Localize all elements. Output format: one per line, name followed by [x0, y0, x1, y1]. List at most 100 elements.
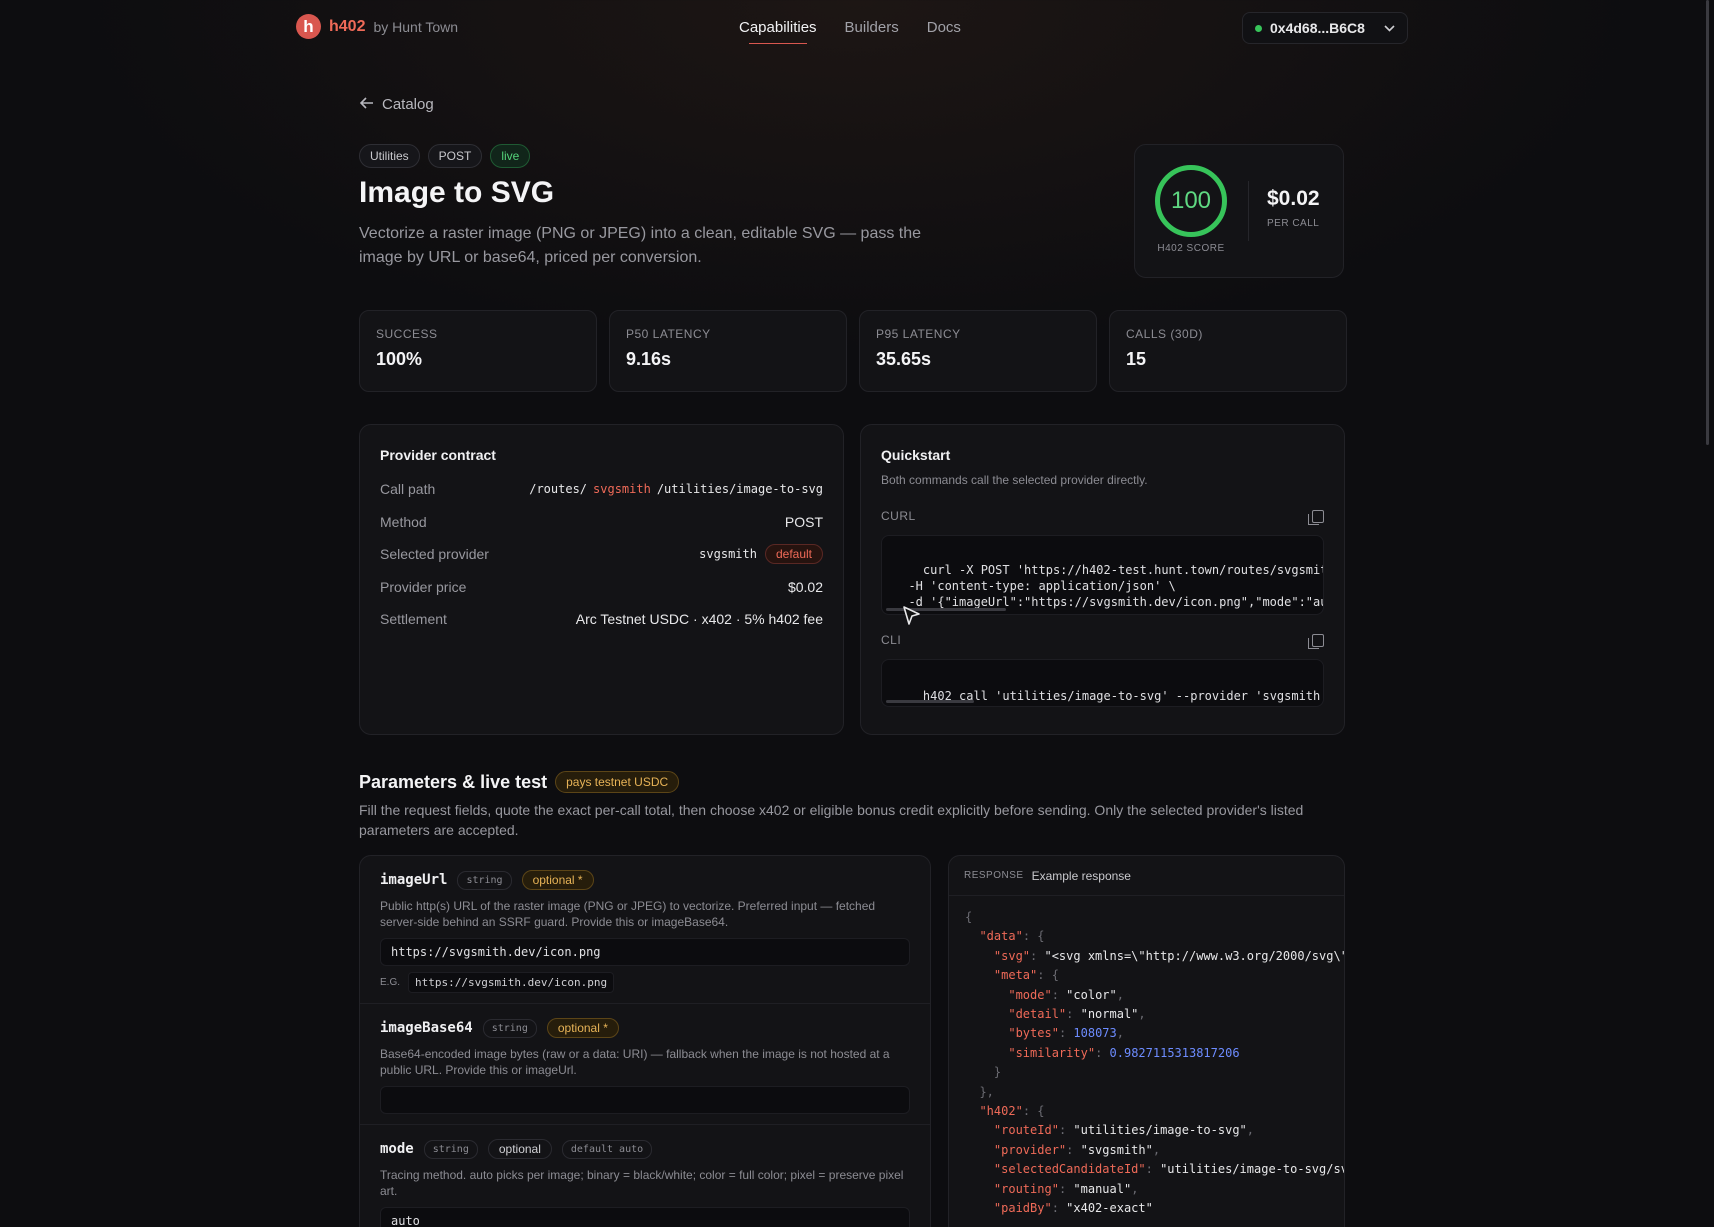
json-route-id: "utilities/image-to-svg": [1073, 1123, 1247, 1138]
score-ring: 100: [1155, 165, 1227, 237]
brand[interactable]: h h402 by Hunt Town: [296, 14, 458, 39]
score-card: 100 H402 SCORE $0.02 PER CALL: [1134, 144, 1344, 278]
stat-p50-latency: P50 LATENCY 9.16s: [609, 310, 847, 392]
param-optional-badge: optional *: [546, 1018, 619, 1038]
top-nav: h h402 by Hunt Town Capabilities Builder…: [0, 0, 1714, 56]
parameters-header: Parameters & live test pays testnet USDC: [359, 771, 680, 793]
nav-link-capabilities[interactable]: Capabilities: [739, 19, 817, 44]
curl-code-block[interactable]: curl -X POST 'https://h402-test.hunt.tow…: [881, 535, 1324, 615]
param-default-badge: default auto: [561, 1139, 653, 1159]
tag-list: Utilities POST live: [359, 144, 531, 168]
row-label: Method: [380, 513, 427, 530]
stat-success: SUCCESS 100%: [359, 310, 597, 392]
param-name: imageUrl: [380, 872, 448, 888]
nav-link-builders[interactable]: Builders: [845, 19, 899, 36]
param-header: imageBase64 string optional *: [380, 1018, 910, 1038]
provider-contract-panel: Provider contract Call path /routes/svgs…: [359, 424, 844, 735]
json-similarity: 0.9827115313817206: [1109, 1045, 1240, 1060]
mode-input[interactable]: auto: [380, 1207, 910, 1227]
json-detail: "normal": [1080, 1007, 1139, 1022]
chevron-down-icon: [1384, 21, 1395, 35]
arrow-left-icon: [359, 96, 374, 113]
connected-dot-icon: [1255, 24, 1262, 32]
curl-code: curl -X POST 'https://h402-test.hunt.tow…: [908, 563, 1324, 609]
wallet-address: 0x4d68...B6C8: [1270, 20, 1365, 36]
contract-row-settlement: Settlement Arc Testnet USDC · x402 · 5% …: [380, 603, 823, 636]
param-type: string: [482, 1018, 537, 1038]
stat-label: SUCCESS: [376, 327, 438, 341]
back-link[interactable]: Catalog: [359, 96, 434, 113]
back-link-label: Catalog: [382, 96, 434, 113]
panel-subtitle: Both commands call the selected provider…: [881, 473, 1148, 487]
param-mode: mode string optional default auto Tracin…: [360, 1125, 930, 1227]
score-label: H402 SCORE: [1157, 243, 1225, 254]
json-bytes: 108073: [1073, 1026, 1117, 1041]
score-value: 100: [1170, 187, 1212, 214]
cli-code-block[interactable]: h402 call 'utilities/image-to-svg' --pro…: [881, 659, 1324, 707]
nav-link-docs[interactable]: Docs: [927, 19, 961, 36]
row-label: Settlement: [380, 611, 447, 628]
param-header: imageUrl string optional *: [380, 870, 910, 890]
call-path-prefix: /routes/: [529, 482, 588, 497]
section-title: Parameters & live test: [359, 771, 548, 792]
provider-value: svgsmith default: [699, 544, 823, 565]
contract-row-method: Method POST: [380, 506, 823, 539]
quickstart-panel: Quickstart Both commands call the select…: [860, 424, 1345, 735]
contract-row-call-path: Call path /routes/svgsmith/utilities/ima…: [380, 473, 823, 506]
page-title: Image to SVG: [359, 176, 555, 209]
default-badge: default: [764, 544, 823, 565]
response-panel: RESPONSE Example response { "data": { "s…: [948, 855, 1345, 1227]
json-provider: "svgsmith": [1080, 1142, 1153, 1157]
method-value: POST: [784, 513, 823, 530]
json-routing: "manual": [1073, 1181, 1132, 1196]
call-path-value: /routes/svgsmith/utilities/image-to-svg: [529, 482, 823, 496]
contract-row-provider: Selected provider svgsmith default: [380, 538, 823, 571]
param-image-url: imageUrl string optional * Public http(s…: [360, 856, 930, 1004]
mouse-cursor-icon: [902, 605, 922, 627]
curl-header: CURL: [881, 509, 1324, 525]
testnet-badge: pays testnet USDC: [555, 771, 680, 793]
brand-subtitle: by Hunt Town: [373, 18, 459, 35]
stats-row: SUCCESS 100% P50 LATENCY 9.16s P95 LATEN…: [359, 310, 1347, 392]
page-scrollbar[interactable]: [1706, 0, 1709, 445]
response-label: RESPONSE: [964, 870, 1024, 881]
provider-name: svgsmith: [699, 547, 757, 562]
section-description: Fill the request fields, quote the exact…: [359, 802, 1304, 838]
tag-status: live: [490, 144, 531, 168]
settlement-value: Arc Testnet USDC · x402 · 5% h402 fee: [575, 611, 823, 628]
image-base64-input[interactable]: [380, 1086, 910, 1114]
tag-method: POST: [427, 144, 483, 168]
price-label: PER CALL: [1267, 218, 1320, 229]
price-value: $0.02: [1267, 187, 1320, 210]
brand-name: h402: [329, 17, 366, 35]
contract-row-price: Provider price $0.02: [380, 571, 823, 604]
stat-label: P95 LATENCY: [876, 327, 961, 341]
example-label: E.G.: [380, 977, 401, 988]
code-scrollbar[interactable]: [886, 700, 974, 703]
page-description: Vectorize a raster image (PNG or JPEG) i…: [359, 225, 922, 266]
response-title: Example response: [1031, 868, 1131, 883]
stat-calls: CALLS (30D) 15: [1109, 310, 1347, 392]
wallet-button[interactable]: 0x4d68...B6C8: [1242, 12, 1408, 44]
stat-value: 100%: [376, 349, 423, 369]
json-mode: "color": [1066, 987, 1117, 1002]
call-path-provider: svgsmith: [593, 482, 651, 497]
param-header: mode string optional default auto: [380, 1139, 910, 1159]
cli-header: CLI: [881, 633, 1324, 649]
param-name: mode: [380, 1141, 414, 1157]
cli-label: CLI: [881, 633, 902, 647]
row-label: Call path: [380, 481, 436, 498]
param-help: Tracing method. auto picks per image; bi…: [380, 1168, 904, 1198]
param-help: Base64-encoded image bytes (raw or a dat…: [380, 1047, 890, 1077]
copy-icon[interactable]: [1308, 509, 1324, 525]
stat-value: 15: [1126, 349, 1147, 369]
json-paid-by: "x402-exact": [1066, 1201, 1153, 1216]
copy-icon[interactable]: [1308, 633, 1324, 649]
param-type: string: [457, 870, 512, 890]
stat-value: 9.16s: [626, 349, 672, 369]
image-url-input[interactable]: https://svgsmith.dev/icon.png: [380, 938, 910, 966]
example-value[interactable]: https://svgsmith.dev/icon.png: [408, 972, 615, 993]
json-candidate-id: "utilities/image-to-svg/sv: [1160, 1162, 1345, 1177]
brand-logo: h: [296, 14, 321, 39]
param-name: imageBase64: [380, 1020, 473, 1036]
